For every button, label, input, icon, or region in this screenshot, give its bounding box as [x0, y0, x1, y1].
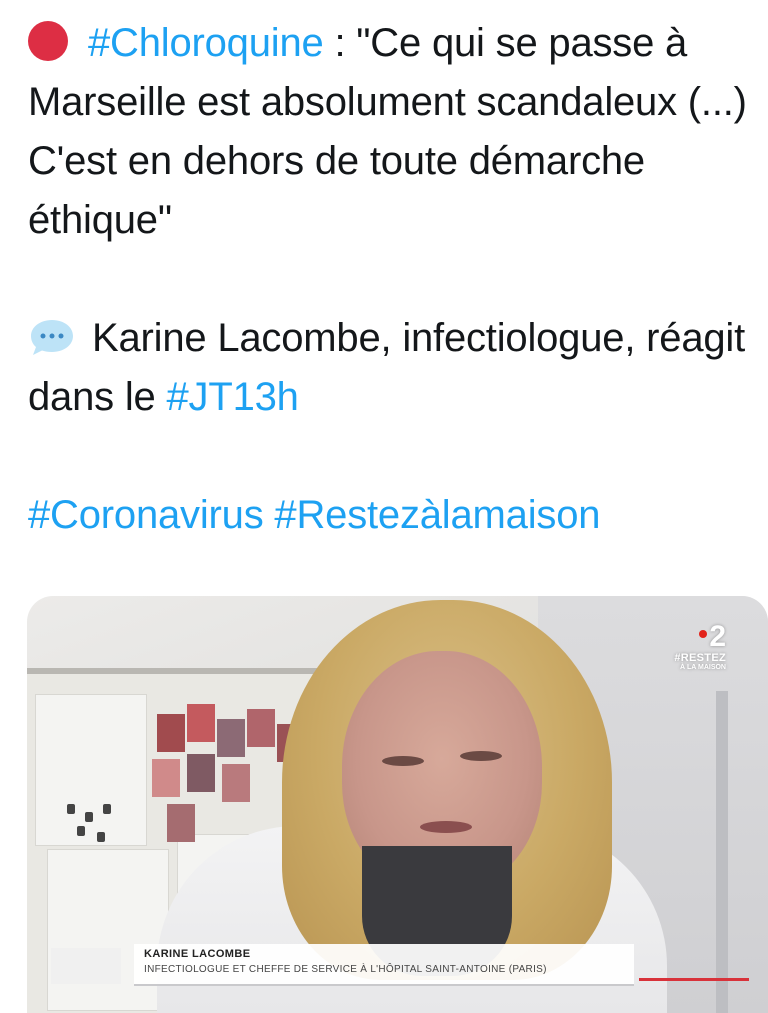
tweet-paragraph-speaker: Karine Lacombe, infectiologue, réagit da… [28, 309, 763, 427]
lower-third-name: KARINE LACOMBE [144, 948, 251, 960]
red-circle-icon [28, 21, 68, 61]
hashtag-restezalamaison[interactable]: #Restezàlamaison [274, 493, 600, 537]
channel-tag: #RESTEZ [674, 652, 726, 664]
speech-bubble-icon [28, 317, 76, 357]
channel-number: 2 [666, 622, 726, 652]
channel-tag-small: À LA MAISON [679, 664, 726, 671]
lower-third-banner: KARINE LACOMBE INFECTIOLOGUE ET CHEFFE D… [134, 944, 634, 986]
channel-logo: 2 #RESTEZ À LA MAISON [666, 622, 726, 672]
door-frame [716, 691, 728, 1013]
lower-third-logo [51, 948, 121, 984]
video-media[interactable]: 2 #RESTEZ À LA MAISON KARINE LACOMBE INF… [27, 596, 768, 1013]
hashtag-chloroquine[interactable]: #Chloroquine [88, 21, 324, 65]
lower-third-role: INFECTIOLOGUE ET CHEFFE DE SERVICE À L'H… [144, 964, 547, 975]
hashtag-jt13h[interactable]: #JT13h [167, 375, 299, 419]
lower-third-accent [639, 978, 749, 981]
tweet-paragraph-hashtags: #Coronavirus #Restezàlamaison [28, 486, 763, 545]
tweet-text: #Chloroquine : "Ce qui se passe à Marsei… [28, 14, 763, 545]
speaker-text: Karine Lacombe, infectiologue, réagit da… [28, 316, 746, 419]
hashtag-coronavirus[interactable]: #Coronavirus [28, 493, 264, 537]
tweet-paragraph-quote: #Chloroquine : "Ce qui se passe à Marsei… [28, 14, 763, 250]
